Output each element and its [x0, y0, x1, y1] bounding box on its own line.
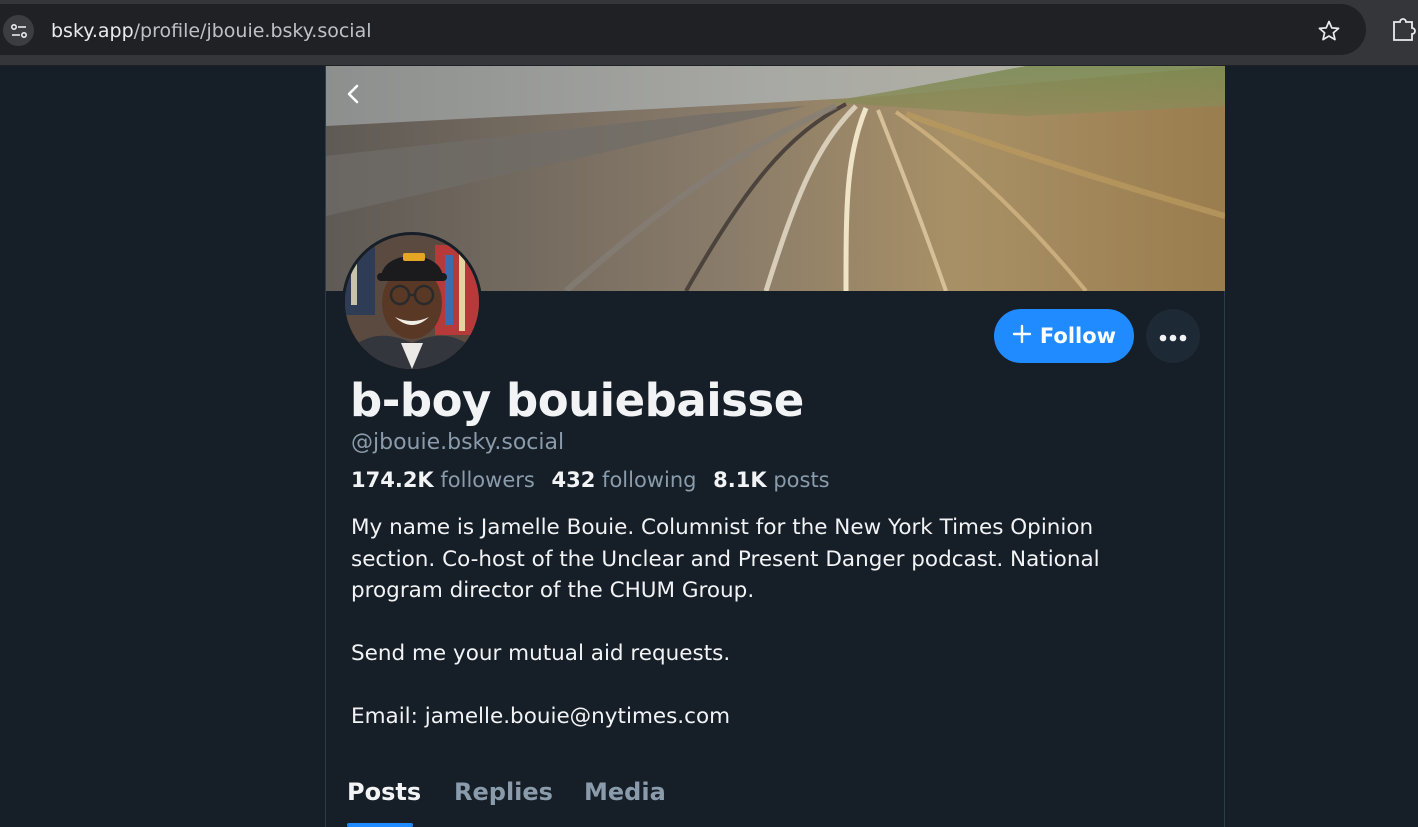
following-link[interactable]: 432 following — [552, 468, 697, 492]
profile-column: Follow b-boy bouiebaisse @jbouie.bsky.so… — [325, 66, 1225, 827]
avatar[interactable] — [342, 232, 482, 372]
following-count: 432 — [551, 468, 596, 492]
posts-stat: 8.1K posts — [713, 468, 829, 492]
tab-replies[interactable]: Replies — [454, 778, 553, 806]
profile-handle: @jbouie.bsky.social — [351, 430, 565, 455]
address-bar[interactable]: bsky.app/profile/jbouie.bsky.social — [0, 4, 1366, 55]
posts-count: 8.1K — [713, 468, 767, 492]
ellipsis-icon — [1159, 327, 1187, 346]
followers-label: followers — [440, 468, 535, 492]
following-label: following — [602, 468, 697, 492]
bio-line: section. Co-host of the Unclear and Pres… — [351, 546, 1100, 572]
chevron-left-icon[interactable] — [340, 80, 368, 108]
display-name: b-boy bouiebaisse — [350, 374, 804, 427]
puzzle-icon[interactable] — [1390, 14, 1418, 42]
follow-button[interactable]: Follow — [994, 309, 1134, 363]
browser-toolbar: bsky.app/profile/jbouie.bsky.social — [0, 0, 1418, 66]
followers-count: 174.2K — [351, 468, 434, 492]
tab-media[interactable]: Media — [584, 778, 666, 806]
bio-line: program director of the CHUM Group. — [351, 578, 755, 603]
url-domain: bsky.app — [51, 20, 134, 42]
followers-link[interactable]: 174.2K followers — [351, 468, 535, 492]
plus-icon — [1012, 324, 1032, 349]
bio-line: Send me your mutual aid requests. — [351, 641, 731, 666]
url-path: /profile/jbouie.bsky.social — [133, 20, 372, 42]
profile-stats: 174.2K followers 432 following 8.1K post… — [351, 468, 830, 492]
follow-label: Follow — [1039, 324, 1117, 348]
star-icon[interactable] — [1316, 18, 1342, 44]
profile-tabs: Posts Replies Media — [326, 772, 1225, 827]
profile-bio: My name is Jamelle Bouie. Columnist for … — [351, 512, 1151, 733]
tab-posts[interactable]: Posts — [347, 778, 421, 806]
active-tab-indicator — [347, 823, 413, 827]
bio-line: My name is Jamelle Bouie. Columnist for … — [351, 515, 1094, 540]
posts-label: posts — [773, 468, 830, 492]
bio-email[interactable]: Email: jamelle.bouie@nytimes.com — [351, 701, 1151, 733]
more-options-button[interactable] — [1146, 309, 1200, 363]
url-text[interactable]: bsky.app/profile/jbouie.bsky.social — [51, 20, 372, 42]
tune-icon[interactable] — [3, 15, 34, 46]
